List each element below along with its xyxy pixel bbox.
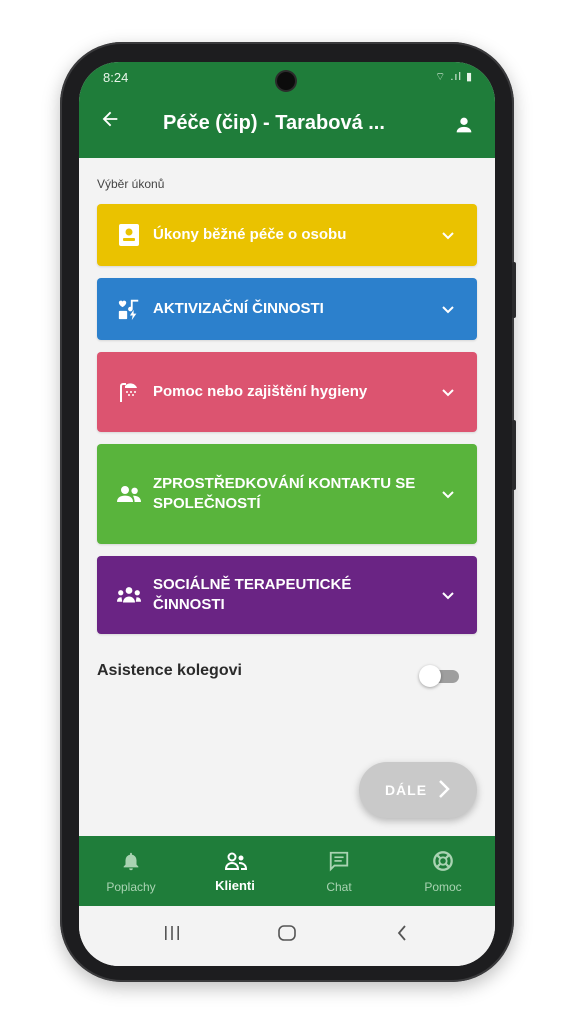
nav-item-pomoc[interactable]: Pomoc (391, 836, 495, 906)
category-label: ZPROSTŘEDKOVÁNÍ KONTAKTU SE SPOLEČNOSTÍ (153, 475, 416, 512)
group-icon (117, 583, 141, 607)
nav-item-chat[interactable]: Chat (287, 836, 391, 906)
lifebuoy-icon (432, 850, 454, 872)
category-label: AKTIVIZAČNÍ ČINNOSTI (153, 300, 324, 317)
nav-label: Pomoc (424, 880, 462, 894)
category-card-activation[interactable]: AKTIVIZAČNÍ ČINNOSTI (97, 278, 477, 340)
nav-label: Poplachy (106, 880, 156, 894)
page-title: Péče (čip) - Tarabová ... (163, 112, 385, 134)
chat-icon (328, 850, 350, 872)
app-header: 8:24 ⌔ .ıl ▮ Péče (čip) - Tarabová ... (79, 62, 495, 158)
app-screen: 8:24 ⌔ .ıl ▮ Péče (čip) - Tarabová ... V… (79, 62, 495, 966)
category-card-social-therapy[interactable]: SOCIÁLNĚ TERAPEUTICKÉ ČINNOSTI (97, 556, 477, 634)
category-label: Úkony běžné péče o osobu (153, 226, 347, 243)
assist-colleague-toggle[interactable] (419, 665, 463, 687)
nav-item-klienti[interactable]: Klienti (183, 836, 287, 906)
person-icon[interactable] (453, 114, 475, 136)
next-button[interactable]: DÁLE (359, 762, 477, 818)
assist-colleague-label: Asistence kolegovi (97, 662, 242, 679)
chevron-down-icon (441, 385, 455, 399)
system-navigation-bar (79, 906, 495, 966)
category-card-hygiene[interactable]: Pomoc nebo zajištění hygieny (97, 352, 477, 432)
person-badge-icon (117, 223, 141, 247)
nav-item-poplachy[interactable]: Poplachy (79, 836, 183, 906)
nav-label: Chat (326, 880, 352, 894)
chevron-down-icon (441, 302, 455, 316)
home-icon[interactable] (277, 924, 297, 947)
nav-label: Klienti (215, 878, 255, 893)
arrow-left-icon[interactable] (99, 108, 121, 137)
chevron-down-icon (441, 487, 455, 501)
next-button-label: DÁLE (384, 782, 428, 798)
status-indicators: ⌔ .ıl ▮ (434, 71, 473, 83)
front-camera (277, 72, 295, 90)
bell-icon (120, 850, 142, 872)
toggle-knob (419, 665, 441, 687)
shower-icon (117, 380, 141, 404)
users-icon (117, 482, 141, 506)
activities-icon (117, 297, 141, 321)
bottom-navigation: Poplachy Klienti Chat Pomoc (79, 836, 495, 906)
back-nav-icon[interactable] (395, 924, 409, 947)
phone-side-button-bottom (512, 420, 516, 490)
section-label: Výběr úkonů (97, 177, 165, 191)
chevron-down-icon (441, 588, 455, 602)
status-time: 8:24 (103, 70, 129, 85)
chevron-down-icon (441, 228, 455, 242)
category-card-personal-care[interactable]: Úkony běžné péče o osobu (97, 204, 477, 266)
category-label: SOCIÁLNĚ TERAPEUTICKÉ ČINNOSTI (153, 576, 352, 613)
clients-icon (224, 850, 248, 872)
recent-apps-icon[interactable] (163, 924, 181, 947)
phone-side-button-top (512, 262, 516, 318)
chevron-right-icon (437, 778, 451, 803)
category-card-social-contact[interactable]: ZPROSTŘEDKOVÁNÍ KONTAKTU SE SPOLEČNOSTÍ (97, 444, 477, 544)
category-label: Pomoc nebo zajištění hygieny (153, 383, 368, 400)
